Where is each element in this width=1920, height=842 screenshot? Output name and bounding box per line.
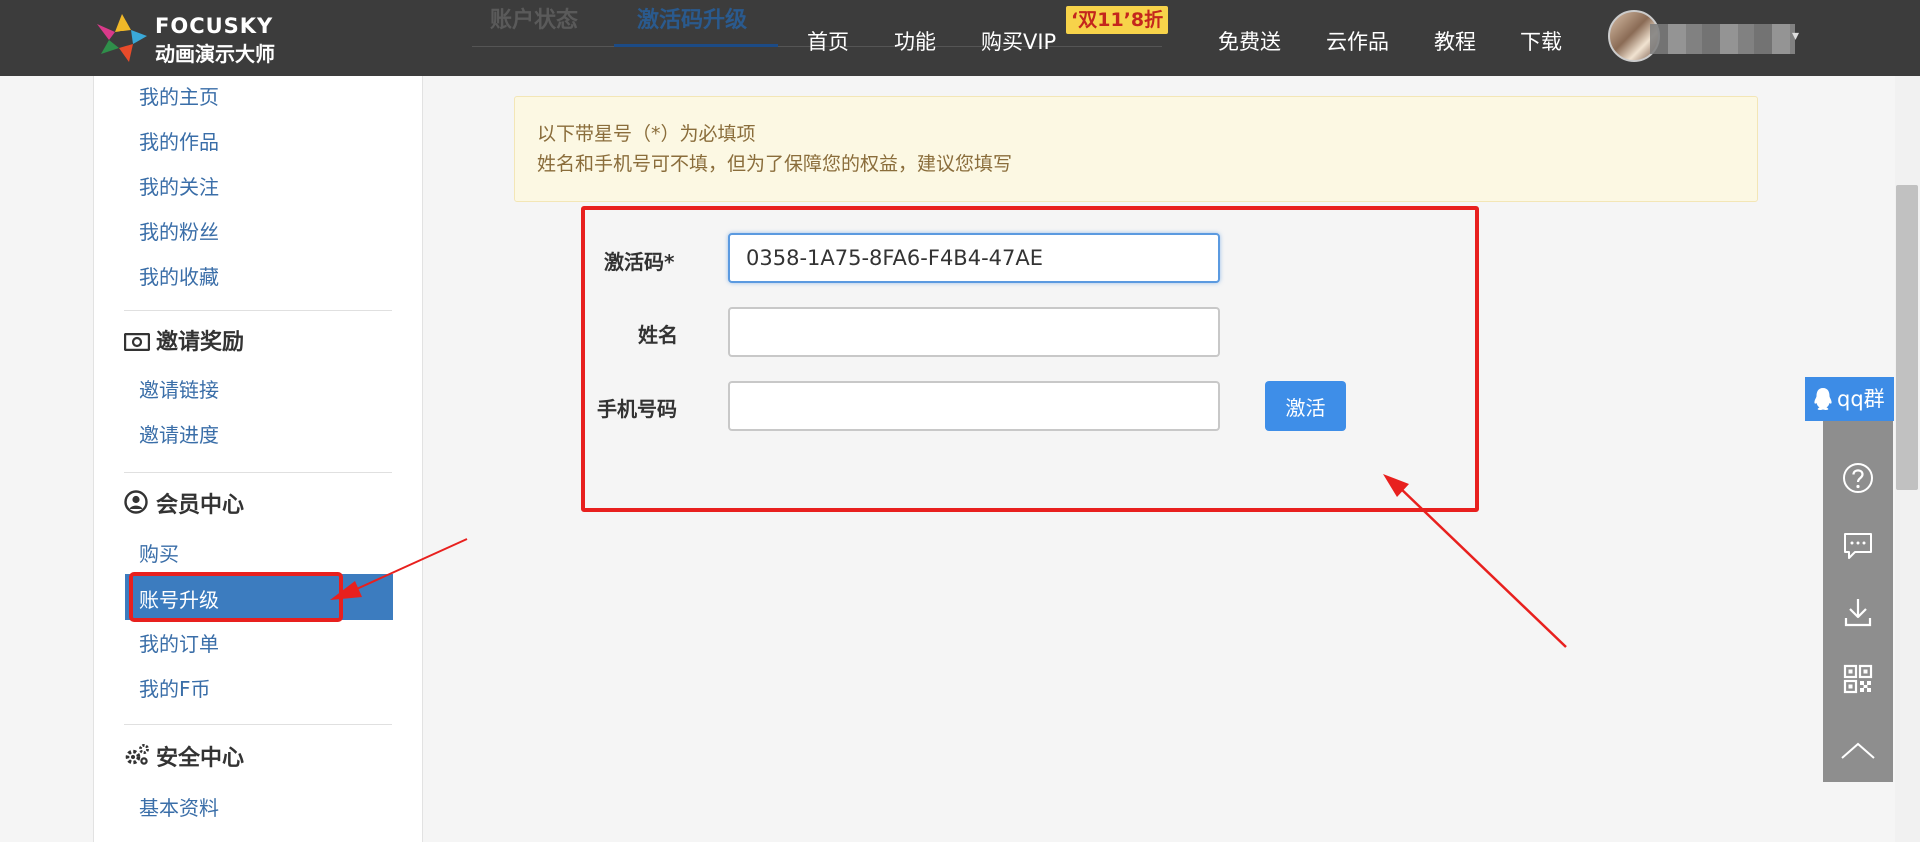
comment-icon[interactable] [1838,525,1878,565]
annotation-arrow-form [1383,474,1567,648]
scrollbar-thumb[interactable] [1896,185,1918,490]
annotation-overlay [129,474,1567,648]
qq-group-button[interactable]: qq群 [1805,377,1894,421]
floating-toolbar [1823,380,1893,782]
download-icon[interactable] [1838,592,1878,632]
sidebar-upgrade-highlight [129,572,343,622]
qq-penguin-icon [1812,387,1834,411]
qq-group-label[interactable]: qq群 [1837,387,1885,411]
qrcode-icon[interactable] [1838,659,1878,699]
help-icon[interactable] [1838,458,1878,498]
back-to-top-icon[interactable] [1838,732,1878,772]
annotation-arrow-sidebar [330,538,468,600]
